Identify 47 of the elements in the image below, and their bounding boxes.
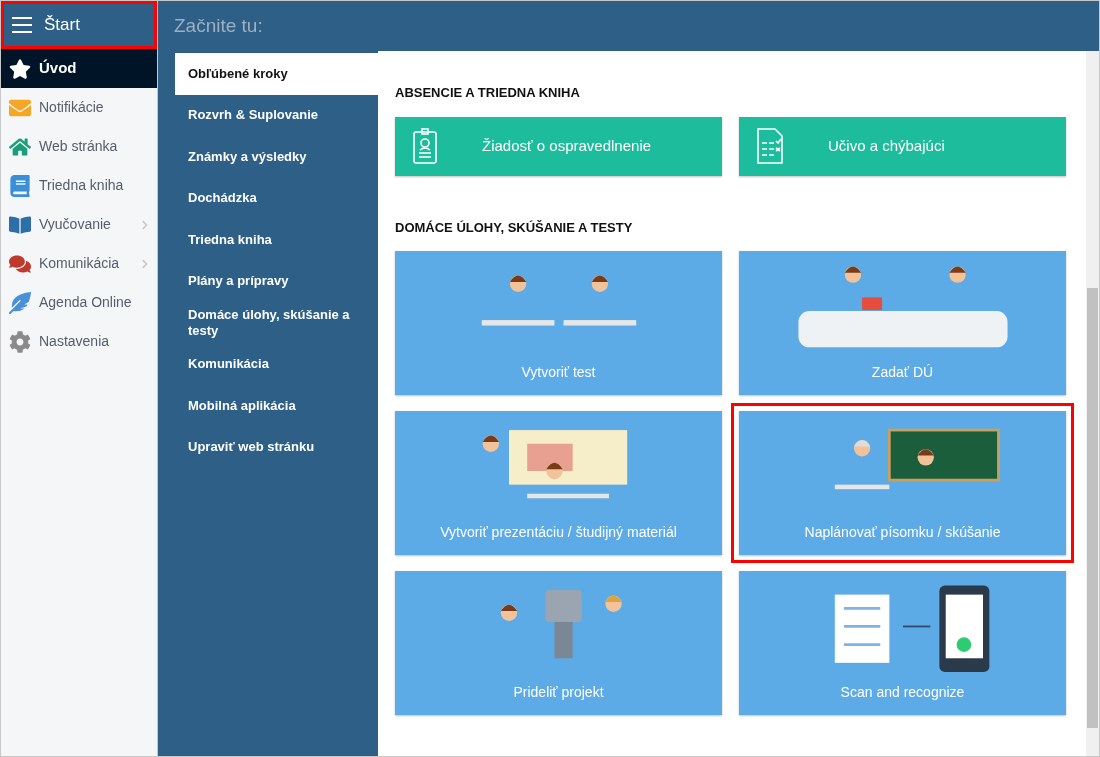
card-label: Vytvoriť prezentáciu / študijný materiál xyxy=(440,523,677,542)
submenu-tab[interactable]: Dochádzka xyxy=(175,177,378,219)
sidebar-item[interactable]: Notifikácie xyxy=(1,88,157,127)
sidebar-label: Agenda Online xyxy=(39,293,133,312)
gear-icon xyxy=(9,330,31,353)
section-heading: DOMÁCE ÚLOHY, SKÚŠANIE A TESTY xyxy=(395,218,634,237)
card-label: Scan and recognize xyxy=(840,683,965,702)
submenu-tab[interactable]: Rozvrh & Suplovanie xyxy=(175,94,378,136)
sidebar-label: Vyučovanie xyxy=(39,215,112,234)
open-book-icon xyxy=(9,213,31,236)
sidebar-item[interactable]: Nastavenia xyxy=(1,322,157,361)
checklist-document-icon xyxy=(757,128,783,164)
card-label: Zadať DÚ xyxy=(871,363,934,382)
card-label: Prideliť projekt xyxy=(513,683,604,702)
sidebar-item[interactable]: Agenda Online xyxy=(1,283,157,322)
card-label: Vytvoriť test xyxy=(521,363,596,382)
submenu-tab[interactable]: Obľúbené kroky xyxy=(175,53,378,95)
feather-icon xyxy=(9,291,31,314)
menu-icon[interactable] xyxy=(12,17,32,33)
sidebar-label: Web stránka xyxy=(39,137,119,156)
sidebar-label: Notifikácie xyxy=(39,98,105,117)
id-badge-icon xyxy=(413,128,437,164)
submenu-tab[interactable]: Známky a výsledky xyxy=(175,136,378,178)
sidebar-item[interactable]: Vyučovanie xyxy=(1,205,157,244)
notebook-icon xyxy=(9,174,31,197)
submenu-tab[interactable]: Upraviť web stránku xyxy=(175,426,378,468)
card-label: Naplánovať písomku / skúšanie xyxy=(804,523,1001,542)
app-title: Štart xyxy=(44,14,80,37)
submenu-tab[interactable]: Triedna kniha xyxy=(175,219,378,261)
submenu-tab[interactable]: Mobilná aplikácia xyxy=(175,385,378,427)
sidebar-item[interactable]: Web stránka xyxy=(1,127,157,166)
sidebar-item[interactable]: Triedna kniha xyxy=(1,166,157,205)
sidebar-label: Komunikácia xyxy=(39,254,121,273)
submenu-tab[interactable]: Plány a prípravy xyxy=(175,260,378,302)
sidebar-item[interactable]: Komunikácia xyxy=(1,244,157,283)
submenu-tab[interactable]: Komunikácia xyxy=(175,343,378,385)
section-heading: ABSENCIE A TRIEDNA KNIHA xyxy=(395,84,581,102)
sidebar-label: Triedna kniha xyxy=(39,176,125,195)
sidebar-item[interactable]: Úvod xyxy=(1,49,157,88)
house-icon xyxy=(9,135,31,158)
scrollbar[interactable] xyxy=(1086,51,1099,756)
sidebar-label: Nastavenia xyxy=(39,332,111,351)
star-icon xyxy=(9,57,31,80)
sidebar-label: Úvod xyxy=(39,58,78,79)
submenu-tab[interactable]: Domáce úlohy, skúšanie a testy xyxy=(175,302,378,344)
page-title: Začnite tu: xyxy=(174,13,263,38)
scrollbar-thumb[interactable] xyxy=(1087,288,1098,728)
